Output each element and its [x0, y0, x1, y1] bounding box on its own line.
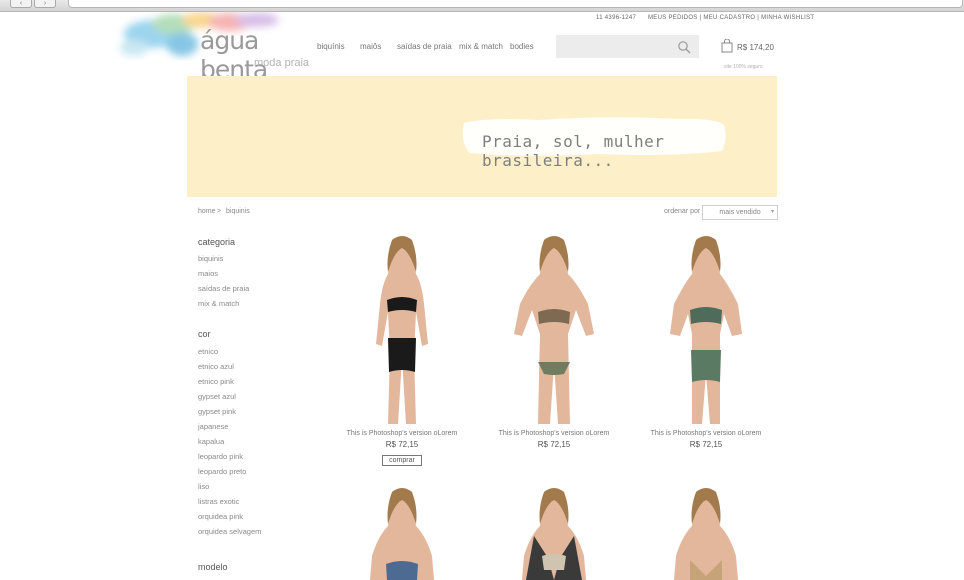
- sidebar-item-japanese[interactable]: japanese: [198, 422, 228, 431]
- product-card[interactable]: This is Photoshop's version oLorem R$ 72…: [486, 234, 622, 449]
- search-icon[interactable]: [677, 40, 691, 54]
- product-name[interactable]: This is Photoshop's version oLorem: [486, 430, 622, 437]
- chevron-right-icon: ›: [43, 0, 47, 7]
- product-card[interactable]: [334, 486, 470, 580]
- buy-button[interactable]: comprar: [382, 455, 422, 466]
- product-image[interactable]: [352, 234, 452, 430]
- account-links[interactable]: MEUS PEDIDOS | MEU CADASTRO | MINHA WISH…: [648, 15, 814, 21]
- sort-selected-value: mais vendido: [719, 209, 761, 216]
- product-price: R$ 72,15: [537, 440, 571, 449]
- product-card[interactable]: This is Photoshop's version oLorem R$ 72…: [334, 234, 470, 467]
- hero-banner[interactable]: Praia, sol, mulher brasileira...: [187, 76, 777, 197]
- menu-bodies[interactable]: bodies: [510, 42, 534, 51]
- sidebar-item-orquidea-pink[interactable]: orquidea pink: [198, 512, 243, 521]
- menu-saidas-de-praia[interactable]: saídas de praia: [397, 42, 452, 51]
- menu-maios[interactable]: maiôs: [360, 42, 381, 51]
- phone-number: 11 4396-1247: [596, 15, 637, 21]
- sidebar-item-leopardo-preto[interactable]: leopardo preto: [198, 467, 246, 476]
- product-image[interactable]: [352, 486, 452, 580]
- sidebar-title-modelo: modelo: [198, 562, 228, 572]
- sidebar-item-etnico-pink[interactable]: etnico pink: [198, 377, 234, 386]
- product-card[interactable]: [486, 486, 622, 580]
- sidebar-item-etnico-azul[interactable]: etnico azul: [198, 362, 234, 371]
- product-card[interactable]: [638, 486, 774, 580]
- breadcrumb-home[interactable]: home: [198, 208, 216, 215]
- sidebar-item-leopardo-pink[interactable]: leopardo pink: [198, 452, 243, 461]
- breadcrumb-separator: >: [217, 208, 222, 215]
- sort-label: ordenar por: [664, 208, 701, 215]
- sort-select[interactable]: mais vendido ▾: [702, 205, 778, 220]
- forward-button[interactable]: ›: [34, 0, 56, 8]
- sidebar-item-gypset-azul[interactable]: gypset azul: [198, 392, 236, 401]
- product-image[interactable]: [656, 486, 756, 580]
- sidebar-item-orquidea-selvagem[interactable]: orquidea selvagem: [198, 527, 261, 536]
- product-price: R$ 72,15: [385, 440, 419, 449]
- browser-toolbar: ‹ ›: [0, 0, 964, 12]
- product-name[interactable]: This is Photoshop's version oLorem: [334, 430, 470, 437]
- sidebar-item-saidas-de-praia[interactable]: saídas de praia: [198, 284, 249, 293]
- address-bar[interactable]: [68, 0, 963, 8]
- banner-slogan: Praia, sol, mulher brasileira...: [482, 132, 665, 170]
- sidebar-item-mix-match[interactable]: mix & match: [198, 299, 239, 308]
- product-card[interactable]: This is Photoshop's version oLorem R$ 72…: [638, 234, 774, 449]
- shopping-bag-icon[interactable]: [721, 39, 733, 53]
- breadcrumb-current: biquinis: [226, 208, 250, 215]
- page: água benta moda praia 11 4396-1247 MEUS …: [0, 12, 964, 580]
- product-price: R$ 72,15: [689, 440, 723, 449]
- sidebar-item-biquinis[interactable]: biquinis: [198, 254, 223, 263]
- menu-biquinis[interactable]: biquínis: [317, 42, 345, 51]
- back-button[interactable]: ‹: [10, 0, 32, 8]
- sidebar-item-maios[interactable]: maios: [198, 269, 218, 278]
- cart-total[interactable]: R$ 174,20: [737, 43, 774, 52]
- sidebar-title-categoria: categoria: [198, 237, 236, 247]
- sidebar-item-liso[interactable]: liso: [198, 482, 209, 491]
- logo[interactable]: água benta moda praia: [112, 12, 312, 84]
- sidebar-item-gypset-pink[interactable]: gypset pink: [198, 407, 236, 416]
- logo-subtitle: moda praia: [254, 57, 310, 69]
- product-name[interactable]: This is Photoshop's version oLorem: [638, 430, 774, 437]
- product-image[interactable]: [504, 486, 604, 580]
- sidebar-item-kapalua[interactable]: kapalua: [198, 437, 224, 446]
- product-image[interactable]: [504, 234, 604, 430]
- chevron-left-icon: ‹: [19, 0, 23, 7]
- secure-site-note: site 100% seguro: [724, 64, 763, 70]
- product-image[interactable]: [656, 234, 756, 430]
- menu-mix-match[interactable]: mix & match: [459, 42, 503, 51]
- sidebar-title-cor: cor: [198, 329, 211, 339]
- sidebar-item-etnico[interactable]: etnico: [198, 347, 218, 356]
- chevron-down-icon: ▾: [770, 209, 774, 215]
- sidebar-item-listras-exotic[interactable]: listras exotic: [198, 497, 239, 506]
